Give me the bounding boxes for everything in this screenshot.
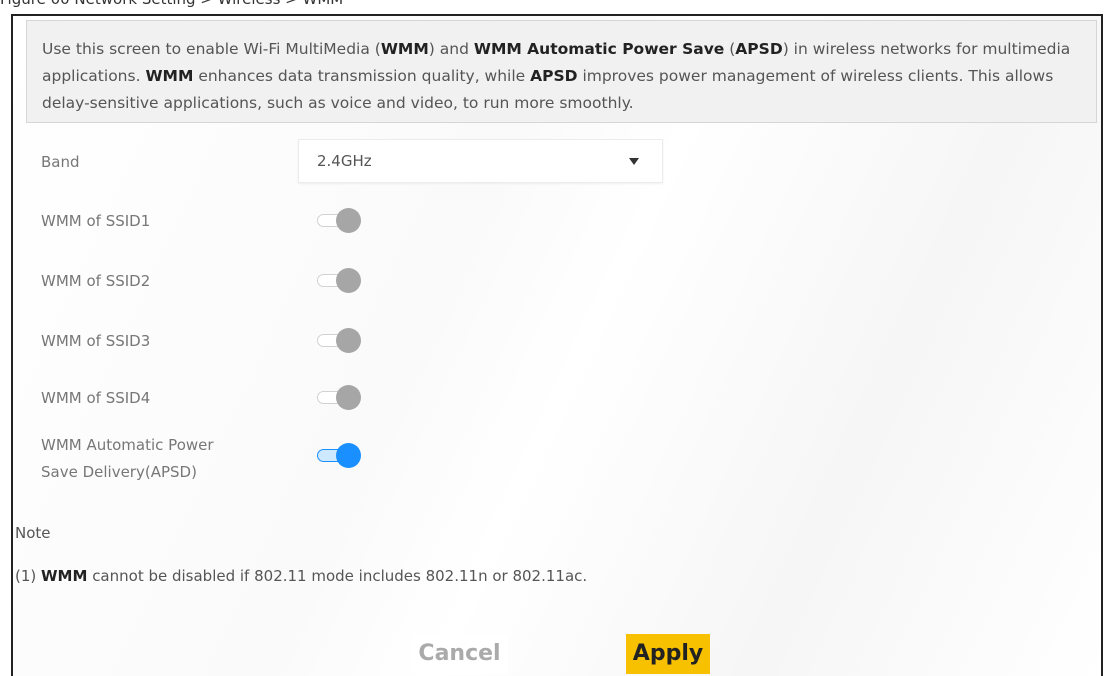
wmm-ssid2-toggle[interactable]: [315, 267, 361, 293]
figure-caption: Figure 00 Network Setting > Wireless > W…: [0, 0, 343, 8]
desc-wmm-2: WMM: [145, 67, 194, 85]
desc-text-5: enhances data transmission quality, whil…: [193, 67, 531, 85]
wmm-ssid4-toggle[interactable]: [315, 384, 361, 410]
toggle-knob: [336, 208, 361, 233]
apply-button[interactable]: Apply: [626, 634, 710, 674]
desc-text-1: Use this screen to enable Wi-Fi MultiMed…: [42, 40, 381, 58]
desc-apsd-full: WMM Automatic Power Save: [473, 40, 725, 58]
desc-wmm: WMM: [380, 40, 429, 58]
figure-caption-strip: Figure 00 Network Setting > Wireless > W…: [0, 0, 1110, 14]
wmm-panel: Use this screen to enable Wi-Fi MultiMed…: [11, 14, 1103, 676]
note-prefix: (1): [15, 567, 42, 585]
wmm-ssid1-toggle[interactable]: [315, 207, 361, 233]
wmm-ssid3-toggle[interactable]: [315, 327, 361, 353]
desc-apsd: APSD: [735, 40, 783, 58]
band-label: Band: [41, 153, 80, 171]
note-title: Note: [15, 524, 51, 542]
desc-apsd-2: APSD: [530, 67, 578, 85]
wmm-ssid2-label: WMM of SSID2: [41, 272, 151, 290]
wmm-ssid3-label: WMM of SSID3: [41, 332, 151, 350]
wmm-ssid4-label: WMM of SSID4: [41, 389, 151, 407]
note-wmm: WMM: [41, 567, 88, 585]
cancel-button[interactable]: Cancel: [411, 634, 508, 674]
apsd-label-line1: WMM Automatic Power: [41, 436, 214, 454]
chevron-down-icon: [629, 158, 639, 165]
note-text: (1) WMM cannot be disabled if 802.11 mod…: [15, 567, 587, 585]
wmm-ssid1-label: WMM of SSID1: [41, 212, 151, 230]
apsd-toggle[interactable]: [315, 442, 361, 468]
toggle-knob: [336, 385, 361, 410]
apsd-label: WMM Automatic Power Save Delivery(APSD): [41, 432, 214, 486]
apsd-label-line2: Save Delivery(APSD): [41, 463, 197, 481]
note-body: cannot be disabled if 802.11 mode includ…: [87, 567, 588, 585]
description-box: Use this screen to enable Wi-Fi MultiMed…: [26, 20, 1097, 123]
toggle-knob: [336, 268, 361, 293]
toggle-knob: [336, 443, 361, 468]
desc-text-3: (: [724, 40, 736, 58]
band-selected-value: 2.4GHz: [317, 152, 372, 170]
desc-text-2: ) and: [428, 40, 474, 58]
toggle-knob: [336, 328, 361, 353]
band-select[interactable]: 2.4GHz: [298, 139, 663, 183]
